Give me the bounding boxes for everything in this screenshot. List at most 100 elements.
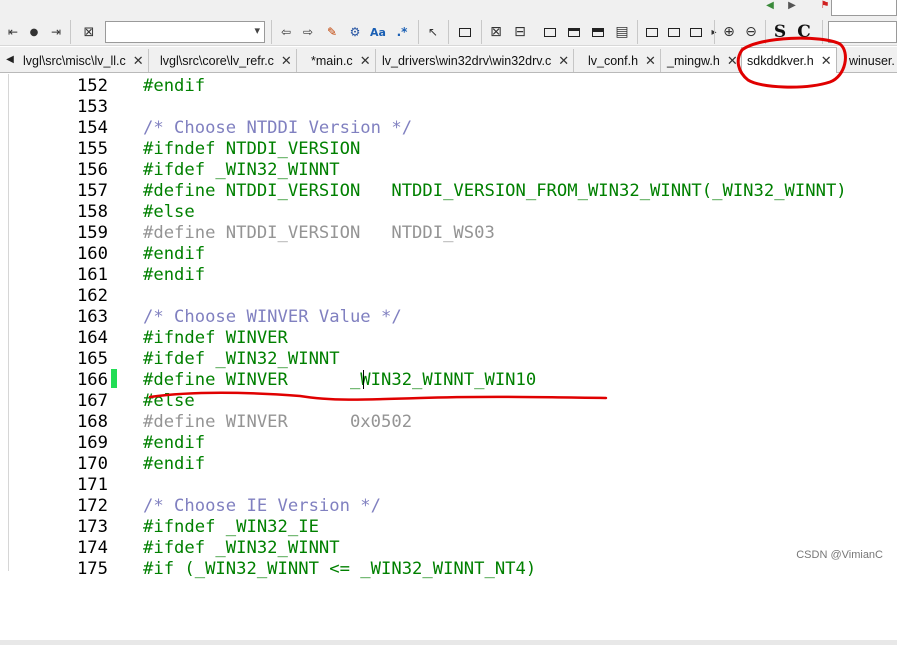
code-text: /* Choose NTDDI Version */ [143,118,413,138]
code-line[interactable]: 167 #else [0,391,897,412]
right-combo[interactable] [828,21,897,43]
horizontal-scrollbar[interactable] [0,640,897,645]
match-case-icon[interactable]: Aa [368,23,388,41]
tab-label: lvgl\src\core\lv_refr.c [160,53,274,68]
code-line[interactable]: 163 /* Choose WINVER Value */ [0,307,897,328]
forward-arrow-icon[interactable]: ⇨ [298,23,318,41]
frame-1-icon[interactable] [642,23,662,41]
rect-icon[interactable] [455,23,475,41]
tab-sdkddkver[interactable]: sdkddkver.h ✕ [741,47,837,73]
code-line[interactable]: 156 #ifdef _WIN32_WINNT [0,160,897,181]
play-icon[interactable]: ⇥ [46,23,66,41]
code-text: #else [143,391,195,411]
bold-s-button[interactable]: S [770,21,790,43]
line-number: 154 [76,118,108,138]
line-number: 157 [76,181,108,201]
code-line[interactable]: 157 #define NTDDI_VERSION NTDDI_VERSION_F… [0,181,897,202]
box-cross-icon[interactable]: ⊠ [486,23,506,41]
tab-label: lv_drivers\win32drv\win32drv.c [382,53,552,68]
code-line[interactable]: 171 [0,475,897,496]
code-line[interactable]: 161 #endif [0,265,897,286]
code-text: #else [143,202,195,222]
code-line[interactable]: 165 #ifdef _WIN32_WINNT [0,349,897,370]
frame-3-icon[interactable] [686,23,706,41]
close-icon[interactable]: ✕ [821,53,832,69]
line-number: 167 [76,391,108,411]
close-icon[interactable]: ✕ [133,53,144,69]
highlighter-icon[interactable]: ✎ [322,23,342,41]
close-icon[interactable]: ✕ [360,53,371,69]
line-number: 175 [76,559,108,579]
tab-left-icon[interactable]: ⇤ [3,23,23,41]
code-editor[interactable]: 152 #endif 153 154 /* Choose NTDDI Version *… [0,74,897,645]
tab-lv-conf[interactable]: lv_conf.h ✕ [583,49,661,72]
line-number: 174 [76,538,108,558]
top-combo[interactable] [831,0,897,16]
back-arrow-icon[interactable]: ⇦ [276,23,296,41]
tab-lv-ll[interactable]: lvgl\src\misc\lv_ll.c ✕ [18,49,149,72]
tab-main[interactable]: *main.c ✕ [306,49,376,72]
line-number: 160 [76,244,108,264]
zoom-in-icon[interactable]: ⊕ [719,23,739,41]
code-line[interactable]: 172 /* Choose IE Version */ [0,496,897,517]
back-green-icon[interactable]: ◀ [762,0,778,11]
zoom-out-icon[interactable]: ⊖ [741,23,761,41]
frame-2-icon[interactable] [664,23,684,41]
line-number: 170 [76,454,108,474]
tab-label: *main.c [311,53,353,68]
panel-4-icon[interactable]: ▤ [612,23,632,41]
close-icon[interactable]: ✕ [727,53,738,69]
select-arrow-icon[interactable]: ↖ [424,23,442,41]
code-line[interactable]: 153 [0,97,897,118]
panel-2-icon[interactable] [564,23,584,41]
code-line[interactable]: 162 [0,286,897,307]
code-line[interactable]: 155 #ifndef NTDDI_VERSION [0,139,897,160]
tab-winuser[interactable]: winuser. [844,49,897,72]
code-line[interactable]: 164 #ifndef WINVER [0,328,897,349]
code-line[interactable]: 175 #if (_WIN32_WINNT <= _WIN32_WINNT_NT4… [0,559,897,580]
code-text: #ifndef NTDDI_VERSION [143,139,361,159]
code-line[interactable]: 154 /* Choose NTDDI Version */ [0,118,897,139]
flag-icon[interactable]: ⚑ [818,0,832,11]
panel-3-icon[interactable] [588,23,608,41]
code-line[interactable]: 166 #define WINVER _WIN32_WINNT_WIN10 [0,370,897,391]
close-icon[interactable]: ✕ [558,53,569,69]
code-text: #endif [143,244,206,264]
bold-c-label: C [797,22,811,42]
bold-c-button[interactable]: C [794,21,814,43]
forward-icon[interactable]: ▶ [784,0,800,11]
find-icon[interactable]: ⚙ [345,23,365,41]
close-icon[interactable]: ✕ [645,53,656,69]
record-icon[interactable]: ● [25,23,43,41]
toolbar: ◀ ▶ ⚑ ⇤ ● ⇥ ⊠ ▾ ⇦ ⇨ ✎ ⚙ Aa .* ↖ ⊠ ⊟ ▤ ▸ … [0,0,897,46]
code-line[interactable]: 152 #endif [0,76,897,97]
search-combo[interactable]: ▾ [105,21,265,43]
panel-1-icon[interactable] [540,23,560,41]
code-text: #ifdef _WIN32_WINNT [143,538,340,558]
code-line[interactable]: 168 #define WINVER 0x0502 [0,412,897,433]
code-line[interactable]: 170 #endif [0,454,897,475]
macro-icon[interactable]: ⊠ [78,23,100,41]
regex-icon[interactable]: .* [392,23,412,41]
tab-label: sdkddkver.h [747,53,814,68]
tab-win32drv[interactable]: lv_drivers\win32drv\win32drv.c ✕ [377,49,575,72]
close-icon[interactable]: ✕ [281,53,292,69]
code-line[interactable]: 160 #endif [0,244,897,265]
tab-mingw[interactable]: _mingw.h ✕ [662,49,742,72]
line-number: 169 [76,433,108,453]
code-line[interactable]: 158 #else [0,202,897,223]
tab-scroll-left-icon[interactable]: ◀ [4,50,16,68]
code-line[interactable]: 174 #ifdef _WIN32_WINNT [0,538,897,559]
line-number: 161 [76,265,108,285]
line-number: 158 [76,202,108,222]
box-split-icon[interactable]: ⊟ [510,23,530,41]
code-line[interactable]: 173 #ifndef _WIN32_IE [0,517,897,538]
change-marker [111,369,117,388]
code-line[interactable]: 169 #endif [0,433,897,454]
tab-lv-refr[interactable]: lvgl\src\core\lv_refr.c ✕ [155,49,297,72]
watermark: CSDN @VimianC [796,549,883,561]
line-number: 153 [76,97,108,117]
code-text: #define WINVER 0x0502 [143,412,413,432]
code-text: #define NTDDI_VERSION NTDDI_WS03 [143,223,495,243]
code-line[interactable]: 159 #define NTDDI_VERSION NTDDI_WS03 [0,223,897,244]
